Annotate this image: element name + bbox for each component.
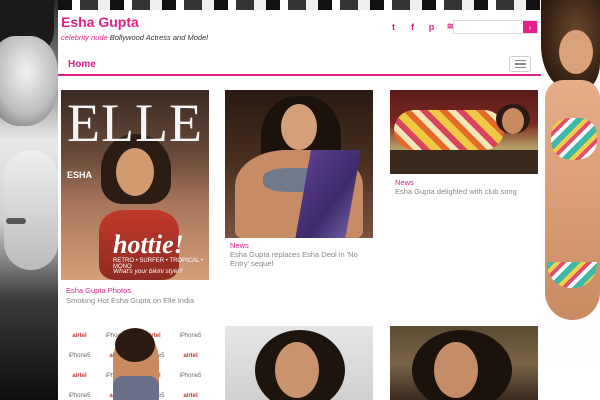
photo-top (113, 376, 159, 400)
elle-logo: ELLE (67, 93, 203, 153)
photo-face (502, 108, 524, 134)
bg-left-arm (4, 150, 58, 270)
search-input[interactable]: › (453, 20, 538, 34)
hamburger-icon-line (514, 66, 526, 69)
page-container: Esha Gupta celebrity nude Bollywood Actr… (58, 10, 541, 400)
photo-face (281, 104, 317, 150)
post-thumbnail[interactable] (225, 90, 373, 238)
hamburger-icon-line (514, 59, 526, 62)
right-background-photo (541, 0, 600, 400)
post-category[interactable]: Esha Gupta Photos (66, 286, 131, 295)
cover-subline: What's your bikini style? (113, 268, 183, 275)
post-card[interactable] (225, 326, 373, 400)
bg-right-bikini-top (551, 118, 597, 160)
facebook-icon[interactable]: f (407, 21, 418, 32)
ad-brand: airtel (72, 373, 87, 379)
pinterest-icon[interactable]: p (426, 21, 437, 32)
ad-phone: iPhone5 (68, 353, 91, 359)
post-title[interactable]: Esha Gupta replaces Esha Deol in 'No Ent… (230, 250, 372, 268)
photo-face (275, 342, 319, 398)
post-card[interactable]: News Esha Gupta delighted with club song (390, 90, 538, 200)
cover-face (116, 148, 154, 196)
search-button[interactable]: › (523, 21, 537, 33)
post-title[interactable]: Smoking Hot Esha Gupta on Elle India (66, 296, 206, 305)
post-card[interactable]: ELLE ESHA hottie! RETRO • SURFER • TROPI… (61, 90, 209, 305)
post-title[interactable]: Esha Gupta delighted with club song (395, 187, 537, 196)
ad-phone: iPhone5 (179, 333, 202, 339)
left-background-photo (0, 0, 58, 400)
site-title[interactable]: Esha Gupta (61, 14, 139, 30)
post-thumbnail[interactable] (390, 326, 538, 400)
bg-left-face (0, 36, 58, 126)
ad-phone: iPhone5 (68, 393, 91, 399)
bg-left-tattoo (6, 218, 26, 224)
hamburger-icon-line (514, 63, 526, 65)
post-thumbnail[interactable] (390, 90, 538, 174)
post-category[interactable]: News (230, 241, 249, 250)
ad-brand: airtel (72, 333, 87, 339)
post-thumbnail[interactable]: airtel iPhone5 airtel iPhone5 iPhone5 ai… (61, 326, 209, 400)
photo-face (434, 342, 478, 398)
ad-brand: airtel (183, 353, 198, 359)
tagline-link[interactable]: celebrity nude (61, 33, 108, 42)
ad-brand: airtel (183, 393, 198, 399)
post-card[interactable] (390, 326, 538, 400)
bg-right-face (559, 30, 593, 74)
post-thumbnail[interactable]: ELLE ESHA hottie! RETRO • SURFER • TROPI… (61, 90, 209, 280)
tagline-text: Bollywood Actress and Model (107, 33, 208, 42)
main-nav: Home (58, 54, 541, 76)
site-tagline: celebrity nude Bollywood Actress and Mod… (61, 33, 208, 42)
ad-phone: iPhone5 (179, 373, 202, 379)
cover-headline: hottie! (113, 230, 184, 259)
post-thumbnail[interactable] (225, 326, 373, 400)
photo-dress (394, 110, 504, 150)
social-links: t f p ≋ (388, 21, 456, 32)
photo-hair (115, 328, 155, 362)
cover-name: ESHA (67, 170, 93, 180)
menu-toggle-button[interactable] (509, 56, 531, 72)
post-card[interactable]: News Esha Gupta replaces Esha Deol in 'N… (225, 90, 373, 275)
twitter-icon[interactable]: t (388, 21, 399, 32)
post-card[interactable]: airtel iPhone5 airtel iPhone5 iPhone5 ai… (61, 326, 209, 400)
post-category[interactable]: News (395, 178, 414, 187)
nav-home-link[interactable]: Home (68, 59, 96, 70)
photo-floor (390, 150, 538, 174)
site-header: Esha Gupta celebrity nude Bollywood Actr… (58, 10, 541, 54)
top-background-strip (58, 0, 543, 10)
